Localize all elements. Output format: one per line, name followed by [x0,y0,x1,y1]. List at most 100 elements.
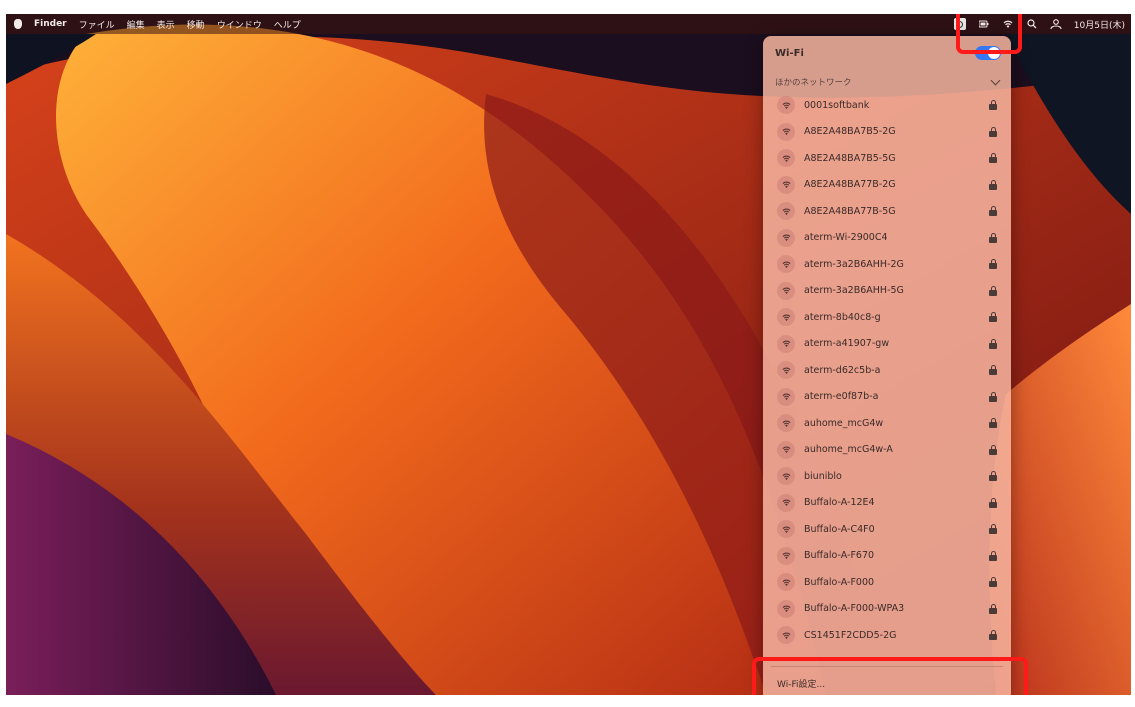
wifi-settings-button[interactable]: Wi-Fi設定... [763,671,1011,695]
other-networks-header[interactable]: ほかのネットワーク [763,72,1011,92]
menu-window[interactable]: ウインドウ [217,18,262,31]
network-name: Buffalo-A-F000-WPA3 [804,603,905,615]
chevron-down-icon[interactable] [990,75,1001,85]
menu-help[interactable]: ヘルプ [274,18,301,31]
wifi-signal-icon [777,626,795,645]
screen-capture-icon[interactable] [953,18,966,30]
network-item[interactable]: CS1451F2CDD5-2G [769,622,1005,649]
network-name: Buffalo-A-F670 [804,550,875,562]
network-item[interactable]: A8E2A48BA7B5-5G [769,145,1005,172]
network-name: aterm-8b40c8-g [804,311,881,323]
network-item[interactable]: aterm-d62c5b-a [769,357,1005,384]
network-name: Buffalo-A-F000 [804,576,875,588]
wifi-toggle[interactable] [975,46,1001,60]
network-name: aterm-a41907-gw [804,338,890,350]
wifi-signal-icon [777,175,795,194]
network-item[interactable]: Buffalo-A-12E4 [769,490,1005,517]
network-item[interactable]: Buffalo-A-F670 [769,543,1005,570]
wifi-signal-icon [777,281,795,300]
network-item[interactable]: Buffalo-A-C4F0 [769,516,1005,543]
menu-view[interactable]: 表示 [157,18,175,31]
lock-icon [989,206,997,217]
user-account-icon[interactable] [1050,18,1062,30]
menu-bar-left: Finder ファイル 編集 表示 移動 ウインドウ ヘルプ [6,18,301,31]
wifi-menu-icon[interactable] [1002,18,1014,30]
lock-icon [989,471,997,482]
lock-icon [989,312,997,323]
menu-app-name[interactable]: Finder [34,19,67,29]
lock-icon [989,126,997,137]
wifi-signal-icon [777,228,795,247]
network-name: biuniblo [804,470,842,482]
network-item[interactable]: A8E2A48BA7B5-2G [769,119,1005,146]
network-name: Buffalo-A-C4F0 [804,523,875,535]
wifi-panel-header: Wi-Fi [763,36,1011,70]
wifi-signal-icon [777,122,795,141]
other-networks-label: ほかのネットワーク [775,78,852,88]
network-name: Buffalo-A-12E4 [804,497,875,509]
network-name: A8E2A48BA77B-5G [804,205,896,217]
lock-icon [989,418,997,429]
lock-icon [989,603,997,614]
menu-edit[interactable]: 編集 [127,18,145,31]
network-name: A8E2A48BA77B-2G [804,179,896,191]
menu-go[interactable]: 移動 [187,18,205,31]
wifi-signal-icon [777,440,795,459]
lock-icon [989,497,997,508]
network-item[interactable]: biuniblo [769,463,1005,490]
network-item[interactable]: aterm-Wi-2900C4 [769,225,1005,252]
lock-icon [989,153,997,164]
lock-icon [989,285,997,296]
network-list: 0001softbank A8E2A48BA7B5-2G A8E2A48BA7B5-… [763,92,1011,649]
network-item[interactable]: 0001softbank [769,92,1005,119]
lock-icon [989,630,997,641]
lock-icon [989,524,997,535]
menu-bar-right: 10月5日(木) [953,14,1125,34]
wifi-signal-icon [777,361,795,380]
network-item[interactable]: aterm-8b40c8-g [769,304,1005,331]
network-item[interactable]: A8E2A48BA77B-2G [769,172,1005,199]
apple-icon[interactable] [14,19,22,29]
menu-file[interactable]: ファイル [79,18,115,31]
menu-bar: Finder ファイル 編集 表示 移動 ウインドウ ヘルプ 10月5日(木) [6,14,1131,34]
wifi-signal-icon [777,202,795,221]
network-name: 0001softbank [804,99,870,111]
network-name: auhome_mcG4w [804,417,884,429]
wifi-signal-icon [777,467,795,486]
network-name: aterm-Wi-2900C4 [804,232,888,244]
wifi-signal-icon [777,546,795,565]
wifi-dropdown-panel: Wi-Fi ほかのネットワーク 0001softbank A8E2A48BA7B5… [763,36,1011,695]
lock-icon [989,550,997,561]
network-item[interactable]: Buffalo-A-F000-WPA3 [769,596,1005,623]
wifi-signal-icon [777,493,795,512]
lock-icon [989,391,997,402]
wifi-signal-icon [777,599,795,618]
network-item[interactable]: aterm-a41907-gw [769,331,1005,358]
wifi-signal-icon [777,149,795,168]
wifi-signal-icon [777,573,795,592]
battery-icon[interactable] [978,18,990,30]
network-item[interactable]: auhome_mcG4w-A [769,437,1005,464]
spotlight-search-icon[interactable] [1026,18,1038,30]
lock-icon [989,577,997,588]
network-item[interactable]: aterm-3a2B6AHH-2G [769,251,1005,278]
network-item[interactable]: aterm-3a2B6AHH-5G [769,278,1005,305]
network-name: aterm-3a2B6AHH-2G [804,258,904,270]
network-name: auhome_mcG4w-A [804,444,893,456]
wifi-panel-title: Wi-Fi [775,47,804,59]
menu-clock[interactable]: 10月5日(木) [1074,18,1125,31]
wifi-signal-icon [777,255,795,274]
wifi-signal-icon [777,520,795,539]
network-item[interactable]: aterm-e0f87b-a [769,384,1005,411]
wifi-signal-icon [777,334,795,353]
network-name: A8E2A48BA7B5-5G [804,152,896,164]
lock-icon [989,100,997,111]
network-item[interactable]: A8E2A48BA77B-5G [769,198,1005,225]
network-name: aterm-3a2B6AHH-5G [804,285,904,297]
network-item[interactable]: auhome_mcG4w [769,410,1005,437]
lock-icon [989,259,997,270]
network-item[interactable]: Buffalo-A-F000 [769,569,1005,596]
wifi-settings-label: Wi-Fi設定... [777,679,826,690]
wifi-signal-icon [777,387,795,406]
wifi-signal-icon [777,308,795,327]
